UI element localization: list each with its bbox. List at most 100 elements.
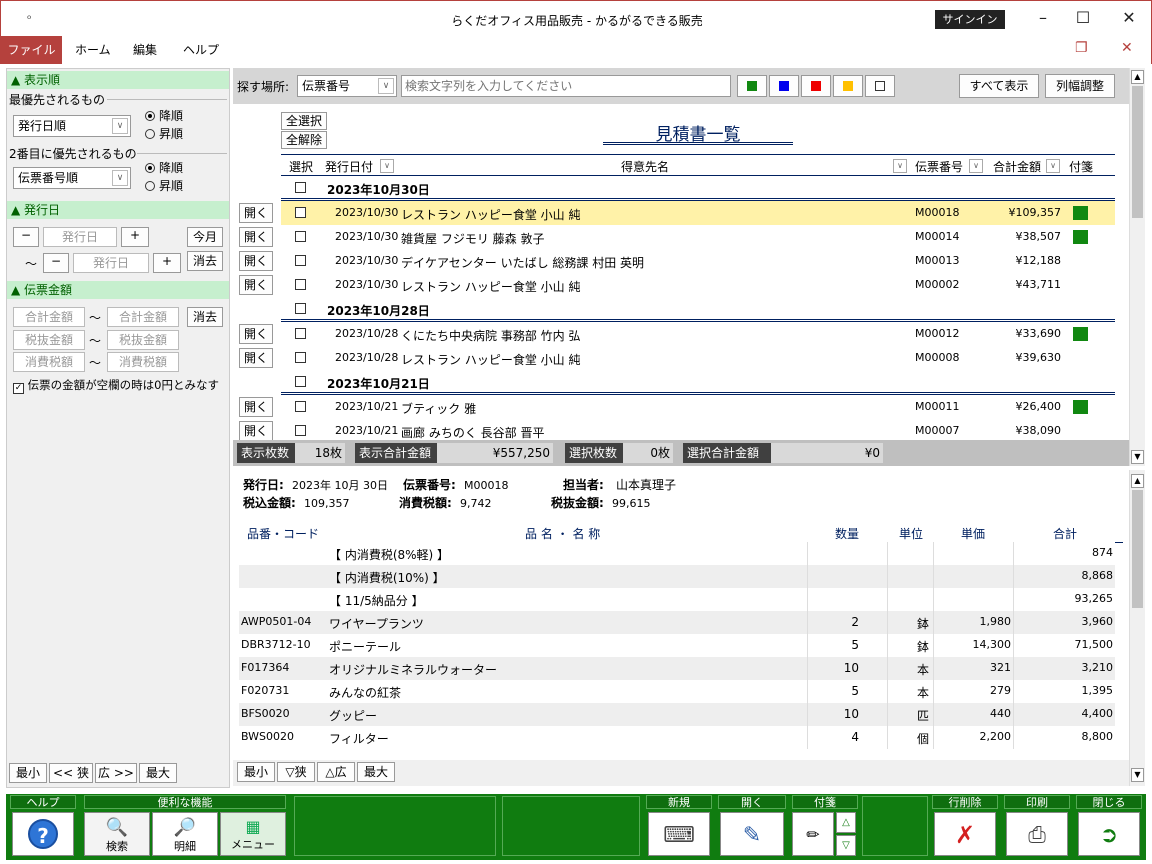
color-filter-none-button[interactable] [865,75,895,97]
delete-row-button[interactable]: ✗ [934,812,996,856]
pretax-to-field[interactable]: 税抜金額 [107,330,179,350]
open-row-button[interactable]: 開く [239,324,273,344]
tab-home[interactable]: ホーム [63,36,123,64]
table-row[interactable]: 2023/10/30 レストラン ハッピー食堂 小山 純 M00002 ¥43,711 [281,273,1115,297]
detail-zoom-min-button[interactable]: 最小 [237,762,275,782]
open-row-button[interactable]: 開く [239,275,273,295]
detail-row[interactable]: BFS0020 グッピー 10 匹 440 4,400 [239,703,1115,726]
detail-zoom-wide-button[interactable]: △広 [317,762,355,782]
tax-to-field[interactable]: 消費税額 [107,352,179,372]
checkbox-checked-icon[interactable]: ✓ [13,383,24,394]
tag-marker[interactable] [1073,230,1088,244]
row-checkbox[interactable] [295,279,306,290]
group-checkbox[interactable] [295,376,306,387]
restore-doc-icon[interactable]: ❐ [1075,40,1088,56]
chevron-down-icon[interactable]: ∨ [112,118,128,134]
date-from-minus-button[interactable]: − [13,227,39,247]
chevron-down-icon[interactable]: ∨ [112,170,128,186]
tag-marker[interactable] [1073,400,1088,414]
open-row-button[interactable]: 開く [239,251,273,271]
chevron-down-icon[interactable]: ∨ [378,78,394,94]
left-zoom-narrow-button[interactable]: << 狭 [49,763,93,783]
tab-help[interactable]: ヘルプ [171,36,231,64]
tab-edit[interactable]: 編集 [121,36,169,64]
date-from-field[interactable]: 発行日 [43,227,117,247]
open-row-button[interactable]: 開く [239,227,273,247]
detail-row[interactable]: BWS0020 フィルター 4 個 2,200 8,800 [239,726,1115,749]
chevron-down-icon[interactable]: ∨ [380,159,394,173]
left-zoom-min-button[interactable]: 最小 [9,763,47,783]
amount-section-header[interactable]: ▲ 伝票金額 [7,281,229,299]
tag-marker[interactable] [1073,327,1088,341]
detail-zoom-narrow-button[interactable]: ▽狭 [277,762,315,782]
search-input[interactable] [401,75,731,97]
table-row[interactable]: 2023/10/30 雑貨屋 フジモリ 藤森 敦子 M00014 ¥38,507 [281,225,1115,249]
maximize-icon[interactable]: ☐ [1063,7,1103,31]
priority2-select[interactable]: 伝票番号順 ∨ [13,167,131,189]
group-checkbox[interactable] [295,182,306,193]
open-row-button[interactable]: 開く [239,348,273,368]
color-filter-red-button[interactable] [801,75,831,97]
left-zoom-wide-button[interactable]: 広 >> [95,763,137,783]
row-checkbox[interactable] [295,352,306,363]
chevron-down-icon[interactable]: ∨ [1046,159,1060,173]
list-scrollbar[interactable]: ▲ ▼ [1129,68,1145,466]
table-row[interactable]: 2023/10/28 レストラン ハッピー食堂 小山 純 M00008 ¥39,630 [281,346,1115,370]
priority1-desc-radio[interactable]: 降順 [145,107,183,124]
color-filter-yellow-button[interactable] [833,75,863,97]
total-from-field[interactable]: 合計金額 [13,307,85,327]
group-checkbox[interactable] [295,303,306,314]
close-button[interactable]: ➲ [1078,812,1140,856]
date-section-header[interactable]: ▲ 発行日 [7,201,229,219]
color-filter-blue-button[interactable] [769,75,799,97]
this-month-button[interactable]: 今月 [187,227,223,247]
open-row-button[interactable]: 開く [239,397,273,417]
tab-file[interactable]: ファイル [1,36,62,64]
date-to-minus-button[interactable]: − [43,253,69,273]
priority2-desc-radio[interactable]: 降順 [145,159,183,176]
print-button[interactable]: ⎙ [1006,812,1068,856]
tag-down-button[interactable]: ▽ [836,835,856,856]
show-all-button[interactable]: すべて表示 [959,74,1039,98]
tag-button[interactable]: ✏ [792,812,834,856]
detail-row[interactable]: F017364 オリジナルミネラルウォーター 10 本 321 3,210 [239,657,1115,680]
table-row[interactable]: 2023/10/21 ブティック 雅 M00011 ¥26,400 [281,395,1115,419]
scroll-down-icon[interactable]: ▼ [1131,768,1144,782]
open-row-button[interactable]: 開く [239,421,273,440]
detail-row[interactable]: AWP0501-04 ワイヤープランツ 2 鉢 1,980 3,960 [239,611,1115,634]
row-checkbox[interactable] [295,401,306,412]
close-icon[interactable]: ✕ [1109,7,1149,31]
priority1-asc-radio[interactable]: 昇順 [145,125,183,142]
row-checkbox[interactable] [295,207,306,218]
select-all-button[interactable]: 全選択 [281,112,327,130]
detail-view-button[interactable]: 🔎 明細 [152,812,218,856]
open-row-button[interactable]: 開く [239,203,273,223]
date-from-plus-button[interactable]: + [121,227,149,247]
row-checkbox[interactable] [295,425,306,436]
date-to-field[interactable]: 発行日 [73,253,149,273]
new-button[interactable]: ⌨ [648,812,710,856]
priority1-select[interactable]: 発行日順 ∨ [13,115,131,137]
tax-from-field[interactable]: 消費税額 [13,352,85,372]
row-checkbox[interactable] [295,231,306,242]
left-zoom-max-button[interactable]: 最大 [139,763,177,783]
scroll-thumb[interactable] [1132,490,1143,608]
detail-scrollbar[interactable]: ▲ ▼ [1129,470,1145,786]
detail-row[interactable]: 【 内消費税(10%) 】 8,868 [239,565,1115,588]
priority2-asc-radio[interactable]: 昇順 [145,177,183,194]
detail-row[interactable]: 【 内消費税(8%軽) 】 874 [239,542,1115,565]
detail-row[interactable]: DBR3712-10 ポニーテール 5 鉢 14,300 71,500 [239,634,1115,657]
amount-clear-button[interactable]: 消去 [187,307,223,327]
scroll-thumb[interactable] [1132,86,1143,218]
table-row[interactable]: 2023/10/30 デイケアセンター いたばし 総務課 村田 英明 M00013 ¥… [281,249,1115,273]
minimize-icon[interactable]: – [1023,7,1063,31]
chevron-down-icon[interactable]: ∨ [969,159,983,173]
header-date[interactable]: 発行日付 [325,158,373,175]
detail-zoom-max-button[interactable]: 最大 [357,762,395,782]
total-to-field[interactable]: 合計金額 [107,307,179,327]
date-to-plus-button[interactable]: + [153,253,181,273]
detail-row[interactable]: 【 11/5納品分 】 93,265 [239,588,1115,611]
detail-row[interactable]: F020731 みんなの紅茶 5 本 279 1,395 [239,680,1115,703]
tag-up-button[interactable]: △ [836,812,856,833]
help-button[interactable]: ? [12,812,74,856]
